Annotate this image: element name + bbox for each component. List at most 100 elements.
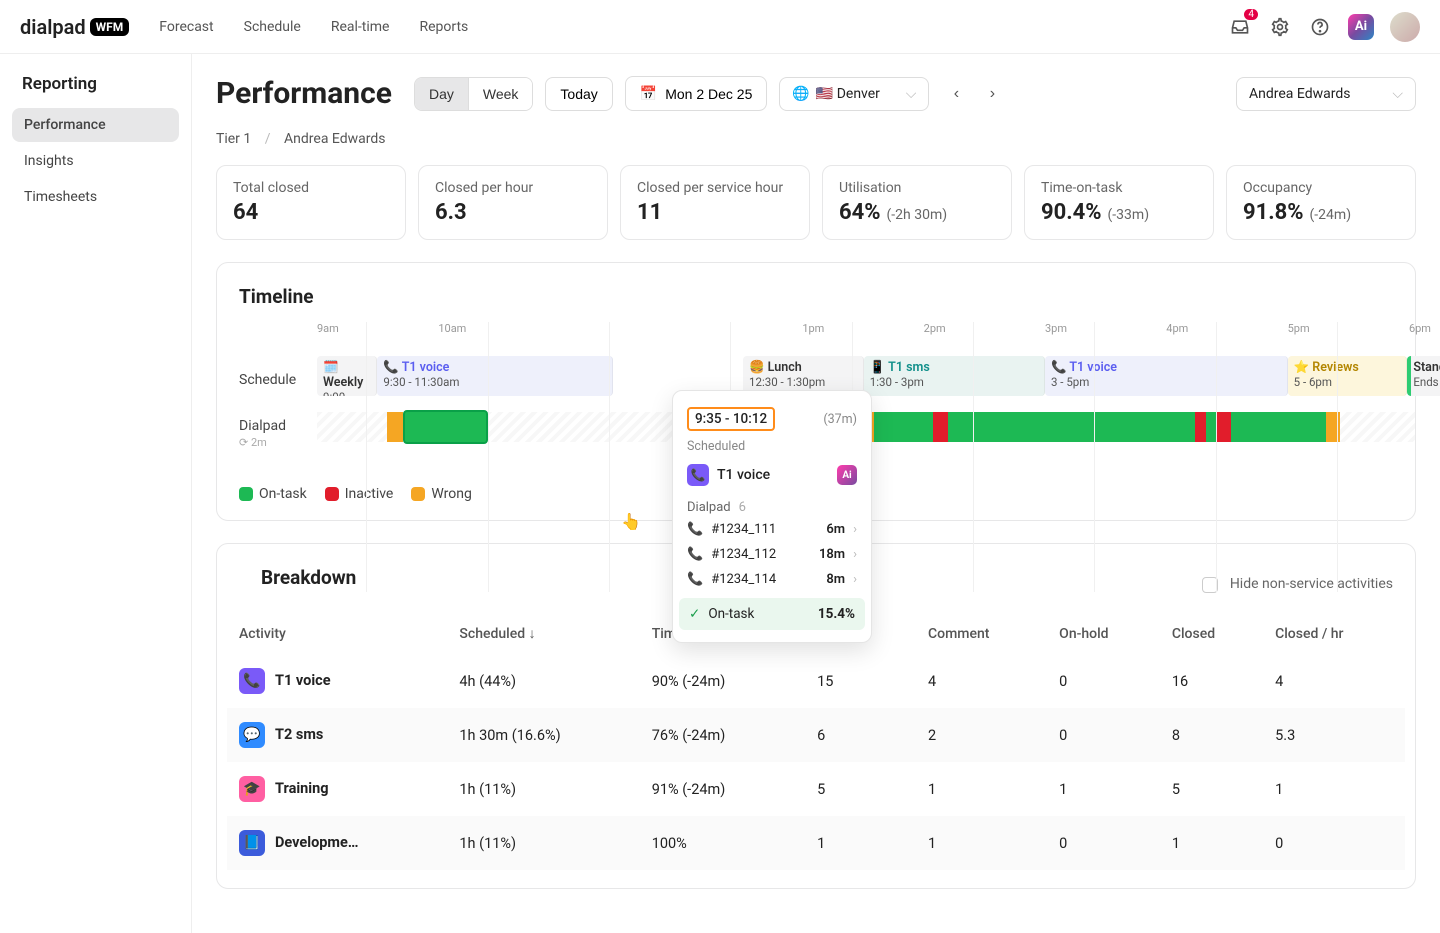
actual-block[interactable] [1195,412,1206,442]
crumb-tier[interactable]: Tier 1 [216,131,251,147]
chevron-right-icon: › [853,572,857,587]
sidebar-item-performance[interactable]: Performance [12,108,179,142]
hide-nonservice[interactable]: Hide non-service activities [1202,576,1393,592]
stat-value: 91.8%(-24m) [1243,200,1399,225]
actual-block[interactable] [948,412,1061,442]
inbox-badge: 4 [1244,9,1258,20]
schedule-block[interactable]: StandardEnds 6pm [1407,356,1440,396]
actual-block[interactable] [1061,412,1195,442]
phone-icon: 📞 [687,547,703,562]
row-label-schedule: Schedule [239,372,296,388]
table-row[interactable]: 💬T2 sms 1h 30m (16.6%)76% (-24m)62085.3 [227,708,1405,762]
call-id: #1234_114 [711,572,776,587]
chevrons-icon: ⌵ [906,86,917,102]
hour-label: 5pm [1288,322,1310,335]
person-value: Andrea Edwards [1249,86,1350,102]
table-row[interactable]: 📞T1 voice 4h (44%)90% (-24m)1540164 [227,654,1405,708]
inbox-icon[interactable]: 4 [1228,15,1252,39]
ai-icon[interactable]: Ai [1348,14,1374,40]
actual-block[interactable] [874,412,933,442]
brand: dialpad WFM [20,15,129,39]
nav-forecast[interactable]: Forecast [159,19,213,35]
actual-name: Dialpad [239,418,286,434]
top-nav: Forecast Schedule Real-time Reports [159,19,468,35]
next-button[interactable]: › [977,77,1007,111]
gear-icon[interactable] [1268,15,1292,39]
view-week[interactable]: Week [468,78,533,110]
nav-reports[interactable]: Reports [419,19,468,35]
globe-icon: 🌐 [792,86,809,102]
hour-label: 4pm [1166,322,1188,335]
ai-icon: Ai [837,465,857,485]
col-header[interactable]: Comment [916,613,1047,654]
view-day[interactable]: Day [415,78,468,110]
content: Performance Day Week Today 📅 Mon 2 Dec 2… [192,54,1440,933]
popover-status: Scheduled [687,439,745,454]
actual-block[interactable] [403,410,489,444]
stat-label: Utilisation [839,180,995,196]
popover-call[interactable]: 📞 #1234_111 6m › [673,517,871,542]
popover-activity: 📞 T1 voice Ai [673,458,871,492]
timezone-picker[interactable]: 🌐 🇺🇸 Denver ⌵ [779,77,929,111]
sidebar-title: Reporting [12,74,179,108]
activity-icon: 💬 [239,722,265,748]
crumb-sep: / [265,131,271,147]
schedule-block[interactable]: 📞 T1 voice9:30 - 11:30am [377,356,613,396]
popover-call[interactable]: 📞 #1234_112 18m › [673,542,871,567]
person-picker[interactable]: Andrea Edwards ⌵ [1236,77,1416,111]
stat-value: 90.4%(-33m) [1041,200,1197,225]
table-row[interactable]: 🎓Training 1h (11%)91% (-24m)51151 [227,762,1405,816]
stat-value: 64 [233,200,389,225]
schedule-block[interactable]: 🗓️ Weekly9:00 - 9:30 [317,356,377,396]
legend-item: Inactive [325,486,394,502]
avatar[interactable] [1390,12,1420,42]
stat-label: Closed per service hour [637,180,793,196]
stat-card: Closed per service hour 11 [620,165,810,240]
actual-block[interactable] [1326,412,1340,442]
date-picker[interactable]: 📅 Mon 2 Dec 25 [625,76,768,111]
popover-activity-name: T1 voice [717,467,770,483]
col-header[interactable]: Closed [1160,613,1263,654]
col-header[interactable]: Activity [227,613,447,654]
col-header[interactable]: Closed / hr [1263,613,1405,654]
help-icon[interactable] [1308,15,1332,39]
prev-button[interactable]: ‹ [941,77,971,111]
ontask-label: On-task [708,606,754,622]
actual-sub: 2m [251,436,267,449]
stat-label: Occupancy [1243,180,1399,196]
view-toggle: Day Week [414,77,533,111]
stat-card: Occupancy 91.8%(-24m) [1226,165,1416,240]
phone-icon: 📞 [687,464,709,486]
col-header[interactable]: On-hold [1047,613,1160,654]
timeline-hours: 9am10am1pm2pm3pm4pm5pm6pm [317,322,1415,338]
nav-schedule[interactable]: Schedule [244,19,301,35]
stat-label: Total closed [233,180,389,196]
actual-block[interactable] [933,412,948,442]
phone-icon: 📞 [687,572,703,587]
popover-call[interactable]: 📞 #1234_114 8m › [673,567,871,592]
timezone-value: 🇺🇸 Denver [816,86,880,102]
sidebar-item-timesheets[interactable]: Timesheets [12,180,179,214]
today-button[interactable]: Today [545,77,612,111]
schedule-block[interactable]: ⭐ Reviews5 - 6pm [1288,356,1408,396]
call-id: #1234_112 [711,547,776,562]
schedule-block[interactable]: 📞 T1 voice3 - 5pm [1045,356,1288,396]
popover-section: Dialpad [687,500,731,515]
actual-block[interactable] [387,412,402,442]
topbar-right: 4 Ai [1228,12,1420,42]
actual-block[interactable] [1217,412,1230,442]
popover-dur: (37m) [823,412,857,427]
sidebar-item-insights[interactable]: Insights [12,144,179,178]
stat-card: Total closed 64 [216,165,406,240]
schedule-block[interactable]: 📱 T1 sms1:30 - 3pm [864,356,1045,396]
call-dur: 8m [826,572,845,587]
popover-ontask: ✓ On-task 15.4% [679,598,865,630]
stat-card: Time-on-task 90.4%(-33m) [1024,165,1214,240]
date-value: Mon 2 Dec 25 [665,86,752,102]
nav-realtime[interactable]: Real-time [331,19,390,35]
cursor-icon: 👆 [621,512,641,531]
col-header[interactable]: Scheduled ↓ [447,613,639,654]
actual-block[interactable] [1231,412,1327,442]
crumb-person: Andrea Edwards [284,131,385,147]
table-row[interactable]: 📘Developme… 1h (11%)100%11010 [227,816,1405,870]
